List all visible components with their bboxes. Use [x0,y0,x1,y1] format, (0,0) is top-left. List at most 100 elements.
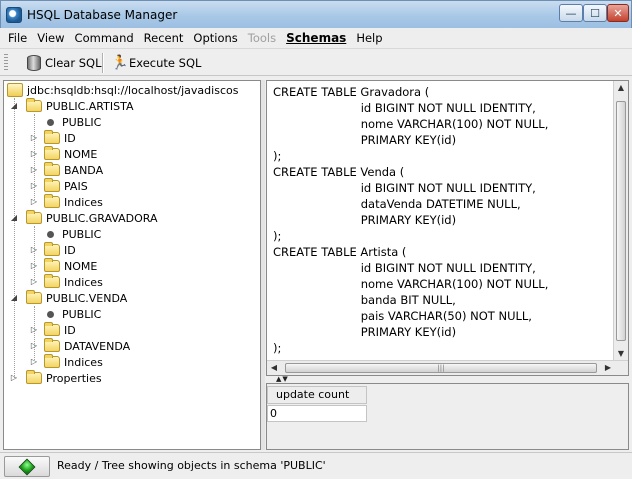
folder-icon [44,130,60,144]
collapse-icon[interactable]: ◢ [9,210,19,226]
tree-item[interactable]: Indices [44,354,103,370]
tree-item[interactable]: NOME [44,258,97,274]
scroll-down-icon[interactable]: ▼ [614,347,628,361]
expand-icon[interactable]: ▷ [29,338,39,354]
clear-sql-button[interactable]: Clear SQL [24,53,105,73]
running-man-icon: 🏃 [111,55,129,71]
tree-item[interactable]: PUBLIC [44,306,101,322]
menu-options[interactable]: Options [188,28,242,48]
expand-icon[interactable]: ▷ [29,162,39,178]
status-bar: Ready / Tree showing objects in schema '… [0,452,632,479]
tree-properties[interactable]: Properties [26,370,102,386]
menu-view[interactable]: View [32,28,69,48]
tree-item[interactable]: NOME [44,146,97,162]
tree-item[interactable]: DATAVENDA [44,338,130,354]
scroll-up-icon[interactable]: ▲ [614,81,628,95]
folder-icon [44,258,60,272]
tree-item[interactable]: Indices [44,194,103,210]
minimize-icon: — [565,6,577,20]
folder-icon [44,354,60,368]
maximize-button[interactable]: ☐ [583,4,607,22]
execute-sql-button[interactable]: 🏃 Execute SQL [108,53,204,73]
tree-item[interactable]: ID [44,322,76,338]
folder-icon [26,290,42,304]
menu-schemas[interactable]: Schemas [281,28,351,48]
folder-icon [44,162,60,176]
scroll-right-icon[interactable]: ▶ [601,361,615,375]
bullet-icon [47,118,54,126]
menu-help[interactable]: Help [351,28,387,48]
bullet-icon [47,310,54,318]
tree-item[interactable]: Indices [44,274,103,290]
expand-icon[interactable]: ▷ [9,370,19,386]
expand-icon[interactable]: ▷ [29,242,39,258]
tree-schema-venda[interactable]: PUBLIC.VENDA [26,290,127,306]
title-bar[interactable]: HSQL Database Manager — ☐ ✕ [0,0,632,28]
tree-item[interactable]: PUBLIC [44,226,101,242]
maximize-icon: ☐ [590,6,600,20]
tree-schema-artista[interactable]: PUBLIC.ARTISTA [26,98,133,114]
sql-text[interactable]: CREATE TABLE Gravadora ( id BIGINT NOT N… [273,84,548,356]
hsqldb-app-icon [6,7,22,23]
collapse-icon[interactable]: ◢ [9,98,19,114]
folder-icon [26,370,42,384]
vertical-splitter[interactable] [261,80,265,450]
folder-icon [26,98,42,112]
tree-root-label: jdbc:hsqldb:hsql://localhost/javadiscos [27,83,239,97]
tree-guide [14,98,15,378]
horizontal-scroll-thumb[interactable]: ||| [285,363,597,373]
splitter-arrows-icon[interactable]: ▲▼ [276,375,289,383]
menu-tools: Tools [247,31,277,45]
folder-icon [44,242,60,256]
bullet-icon [47,230,54,238]
sql-editor[interactable]: CREATE TABLE Gravadora ( id BIGINT NOT N… [266,80,629,376]
vertical-scroll-thumb[interactable] [616,101,626,341]
toolbar: Clear SQL 🏃 Execute SQL [0,48,632,76]
folder-icon [44,322,60,336]
tree-root[interactable]: jdbc:hsqldb:hsql://localhost/javadiscos [7,82,238,98]
menu-bar: File View Command Recent Options Tools S… [0,28,632,48]
green-diamond-icon [18,458,36,475]
tree-item[interactable]: BANDA [44,162,103,178]
results-panel: update count 0 [266,383,629,450]
expand-icon[interactable]: ▷ [29,322,39,338]
expand-icon[interactable]: ▷ [29,194,39,210]
database-icon [7,83,23,97]
tree-item[interactable]: ID [44,242,76,258]
menu-recent[interactable]: Recent [139,28,189,48]
menu-command[interactable]: Command [70,28,139,48]
folder-icon [26,210,42,224]
folder-icon [44,146,60,160]
toolbar-grip[interactable] [4,54,8,72]
status-text: Ready / Tree showing objects in schema '… [57,459,326,472]
collapse-icon[interactable]: ◢ [9,290,19,306]
results-cell[interactable]: 0 [267,405,367,422]
folder-icon [44,274,60,288]
tree-item[interactable]: PAIS [44,178,88,194]
vertical-scrollbar[interactable]: ▲ ▼ [613,81,628,361]
status-button[interactable] [4,456,50,477]
folder-icon [44,178,60,192]
expand-icon[interactable]: ▷ [29,130,39,146]
tree-item[interactable]: ID [44,130,76,146]
execute-sql-label: Execute SQL [129,56,202,70]
scroll-left-icon[interactable]: ◀ [267,361,281,375]
horizontal-scrollbar[interactable]: ◀ ||| ▶ [267,360,628,375]
toolbar-separator [102,53,104,73]
expand-icon[interactable]: ▷ [29,274,39,290]
expand-icon[interactable]: ▷ [29,354,39,370]
minimize-button[interactable]: — [559,4,583,22]
menu-file[interactable]: File [3,28,32,48]
clear-sql-label: Clear SQL [45,56,102,70]
database-icon [27,55,41,71]
folder-icon [44,338,60,352]
expand-icon[interactable]: ▷ [29,258,39,274]
schema-tree[interactable]: jdbc:hsqldb:hsql://localhost/javadiscos … [3,80,261,450]
window-title: HSQL Database Manager [27,8,178,22]
tree-schema-gravadora[interactable]: PUBLIC.GRAVADORA [26,210,158,226]
tree-item[interactable]: PUBLIC [44,114,101,130]
results-column-header[interactable]: update count [267,386,367,404]
close-button[interactable]: ✕ [607,4,629,22]
expand-icon[interactable]: ▷ [29,146,39,162]
expand-icon[interactable]: ▷ [29,178,39,194]
